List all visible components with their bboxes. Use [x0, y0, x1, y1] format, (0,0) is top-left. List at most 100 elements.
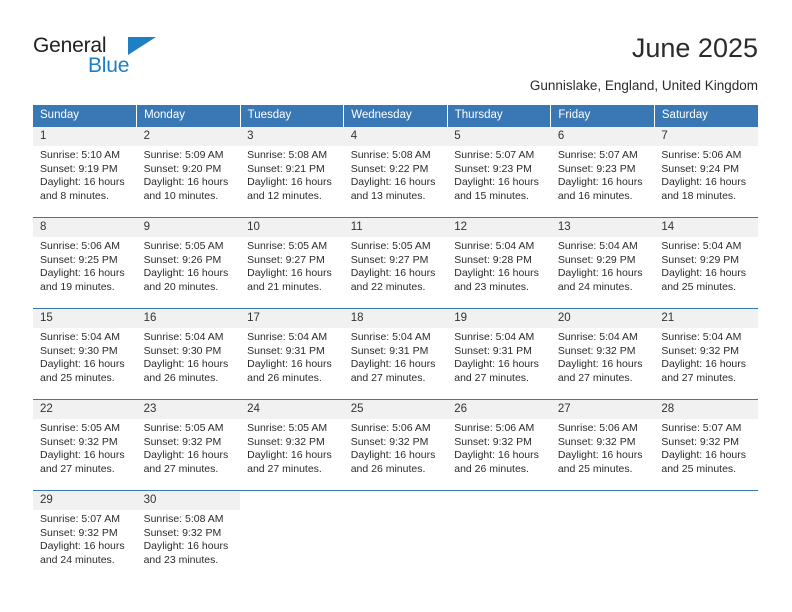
- weekday-header-wednesday: Wednesday: [343, 105, 448, 127]
- daylight-text: Daylight: 16 hours and 25 minutes.: [661, 449, 747, 475]
- day-number: 25: [343, 400, 448, 419]
- daylight-text: Daylight: 16 hours and 26 minutes.: [454, 449, 539, 475]
- sunset-text: Sunset: 9:32 PM: [143, 435, 222, 448]
- day-cell[interactable]: 3 Sunrise: 5:08 AM Sunset: 9:21 PM Dayli…: [240, 126, 344, 218]
- sunrise-text: Sunrise: 5:04 AM: [454, 240, 535, 252]
- sunset-text: Sunset: 9:23 PM: [454, 162, 532, 175]
- day-cell[interactable]: 28 Sunrise: 5:07 AM Sunset: 9:32 PM Dayl…: [654, 399, 758, 491]
- day-cell[interactable]: 11 Sunrise: 5:05 AM Sunset: 9:27 PM Dayl…: [343, 217, 448, 309]
- day-cell[interactable]: 22 Sunrise: 5:05 AM Sunset: 9:32 PM Dayl…: [33, 399, 137, 491]
- day-cell[interactable]: 24 Sunrise: 5:05 AM Sunset: 9:32 PM Dayl…: [240, 399, 344, 491]
- sunset-text: Sunset: 9:32 PM: [661, 344, 740, 357]
- day-cell[interactable]: 9 Sunrise: 5:05 AM Sunset: 9:26 PM Dayli…: [136, 217, 241, 309]
- day-cell-empty: [447, 490, 551, 581]
- sunrise-text: Sunrise: 5:06 AM: [557, 422, 638, 434]
- daylight-text: Daylight: 16 hours and 27 minutes.: [143, 449, 229, 475]
- day-number: 22: [33, 400, 137, 419]
- sunset-text: Sunset: 9:23 PM: [557, 162, 636, 175]
- sunset-text: Sunset: 9:25 PM: [40, 253, 118, 266]
- day-details: Sunrise: 5:04 AM Sunset: 9:31 PM Dayligh…: [447, 328, 551, 399]
- day-cell[interactable]: 14 Sunrise: 5:04 AM Sunset: 9:29 PM Dayl…: [654, 217, 758, 309]
- day-cell[interactable]: 16 Sunrise: 5:04 AM Sunset: 9:30 PM Dayl…: [136, 308, 241, 400]
- day-cell[interactable]: 13 Sunrise: 5:04 AM Sunset: 9:29 PM Dayl…: [550, 217, 655, 309]
- day-number: 20: [550, 309, 655, 328]
- daylight-text: Daylight: 16 hours and 27 minutes.: [40, 449, 125, 475]
- day-cell[interactable]: 25 Sunrise: 5:06 AM Sunset: 9:32 PM Dayl…: [343, 399, 448, 491]
- day-details: Sunrise: 5:04 AM Sunset: 9:31 PM Dayligh…: [240, 328, 344, 399]
- day-number: 26: [447, 400, 551, 419]
- day-cell-empty: [550, 490, 655, 581]
- day-cell-empty: [654, 490, 758, 581]
- daylight-text: Daylight: 16 hours and 12 minutes.: [247, 176, 332, 202]
- day-number: 10: [240, 218, 344, 237]
- day-cell[interactable]: 4 Sunrise: 5:08 AM Sunset: 9:22 PM Dayli…: [343, 126, 448, 218]
- calendar-week-row: 1 Sunrise: 5:10 AM Sunset: 9:19 PM Dayli…: [33, 126, 758, 218]
- sunset-text: Sunset: 9:31 PM: [454, 344, 532, 357]
- day-number: 7: [654, 127, 758, 146]
- day-cell[interactable]: 5 Sunrise: 5:07 AM Sunset: 9:23 PM Dayli…: [447, 126, 551, 218]
- day-details: Sunrise: 5:06 AM Sunset: 9:32 PM Dayligh…: [343, 419, 448, 490]
- day-number: 12: [447, 218, 551, 237]
- sunrise-text: Sunrise: 5:04 AM: [661, 331, 742, 343]
- day-number: 21: [654, 309, 758, 328]
- sunrise-text: Sunrise: 5:05 AM: [247, 240, 328, 252]
- day-number: 5: [447, 127, 551, 146]
- sunrise-text: Sunrise: 5:10 AM: [40, 149, 120, 161]
- sunset-text: Sunset: 9:21 PM: [247, 162, 325, 175]
- day-details: Sunrise: 5:07 AM Sunset: 9:23 PM Dayligh…: [447, 146, 551, 217]
- day-cell[interactable]: 29 Sunrise: 5:07 AM Sunset: 9:32 PM Dayl…: [33, 490, 137, 581]
- day-cell[interactable]: 27 Sunrise: 5:06 AM Sunset: 9:32 PM Dayl…: [550, 399, 655, 491]
- day-cell[interactable]: 17 Sunrise: 5:04 AM Sunset: 9:31 PM Dayl…: [240, 308, 344, 400]
- day-details: [447, 510, 551, 581]
- day-details: Sunrise: 5:04 AM Sunset: 9:30 PM Dayligh…: [33, 328, 137, 399]
- sunrise-text: Sunrise: 5:07 AM: [40, 513, 120, 525]
- day-cell[interactable]: 2 Sunrise: 5:09 AM Sunset: 9:20 PM Dayli…: [136, 126, 241, 218]
- daylight-text: Daylight: 16 hours and 26 minutes.: [350, 449, 436, 475]
- day-cell[interactable]: 20 Sunrise: 5:04 AM Sunset: 9:32 PM Dayl…: [550, 308, 655, 400]
- day-number: 13: [550, 218, 655, 237]
- day-cell[interactable]: 10 Sunrise: 5:05 AM Sunset: 9:27 PM Dayl…: [240, 217, 344, 309]
- sunset-text: Sunset: 9:32 PM: [454, 435, 532, 448]
- day-number: [447, 491, 551, 510]
- calendar-week-row: 29 Sunrise: 5:07 AM Sunset: 9:32 PM Dayl…: [33, 490, 758, 581]
- sunset-text: Sunset: 9:30 PM: [40, 344, 118, 357]
- day-cell[interactable]: 21 Sunrise: 5:04 AM Sunset: 9:32 PM Dayl…: [654, 308, 758, 400]
- sunset-text: Sunset: 9:32 PM: [40, 526, 118, 539]
- sunset-text: Sunset: 9:32 PM: [557, 435, 636, 448]
- page-header: General Blue June 2025 Gunnislake, Engla…: [0, 0, 792, 100]
- sunset-text: Sunset: 9:32 PM: [247, 435, 325, 448]
- day-number: 9: [136, 218, 241, 237]
- day-number: 8: [33, 218, 137, 237]
- day-cell[interactable]: 6 Sunrise: 5:07 AM Sunset: 9:23 PM Dayli…: [550, 126, 655, 218]
- day-number: 30: [136, 491, 241, 510]
- sunrise-text: Sunrise: 5:04 AM: [143, 331, 224, 343]
- day-number: 24: [240, 400, 344, 419]
- day-cell[interactable]: 8 Sunrise: 5:06 AM Sunset: 9:25 PM Dayli…: [33, 217, 137, 309]
- day-cell[interactable]: 23 Sunrise: 5:05 AM Sunset: 9:32 PM Dayl…: [136, 399, 241, 491]
- day-number: 4: [343, 127, 448, 146]
- day-details: Sunrise: 5:05 AM Sunset: 9:26 PM Dayligh…: [136, 237, 241, 308]
- sunrise-text: Sunrise: 5:05 AM: [247, 422, 328, 434]
- day-cell-empty: [343, 490, 448, 581]
- sunrise-text: Sunrise: 5:09 AM: [143, 149, 224, 161]
- daylight-text: Daylight: 16 hours and 20 minutes.: [143, 267, 229, 293]
- day-cell[interactable]: 7 Sunrise: 5:06 AM Sunset: 9:24 PM Dayli…: [654, 126, 758, 218]
- daylight-text: Daylight: 16 hours and 16 minutes.: [557, 176, 643, 202]
- sunset-text: Sunset: 9:32 PM: [557, 344, 636, 357]
- day-cell[interactable]: 1 Sunrise: 5:10 AM Sunset: 9:19 PM Dayli…: [33, 126, 137, 218]
- daylight-text: Daylight: 16 hours and 21 minutes.: [247, 267, 332, 293]
- day-number: 23: [136, 400, 241, 419]
- sunrise-text: Sunrise: 5:06 AM: [454, 422, 535, 434]
- daylight-text: Daylight: 16 hours and 23 minutes.: [143, 540, 229, 566]
- sunset-text: Sunset: 9:32 PM: [143, 526, 222, 539]
- day-details: Sunrise: 5:05 AM Sunset: 9:32 PM Dayligh…: [33, 419, 137, 490]
- day-cell[interactable]: 18 Sunrise: 5:04 AM Sunset: 9:31 PM Dayl…: [343, 308, 448, 400]
- day-details: Sunrise: 5:04 AM Sunset: 9:29 PM Dayligh…: [550, 237, 655, 308]
- day-number: 3: [240, 127, 344, 146]
- day-number: 2: [136, 127, 241, 146]
- day-cell[interactable]: 30 Sunrise: 5:08 AM Sunset: 9:32 PM Dayl…: [136, 490, 241, 581]
- day-cell[interactable]: 15 Sunrise: 5:04 AM Sunset: 9:30 PM Dayl…: [33, 308, 137, 400]
- day-cell[interactable]: 19 Sunrise: 5:04 AM Sunset: 9:31 PM Dayl…: [447, 308, 551, 400]
- day-cell[interactable]: 12 Sunrise: 5:04 AM Sunset: 9:28 PM Dayl…: [447, 217, 551, 309]
- day-cell[interactable]: 26 Sunrise: 5:06 AM Sunset: 9:32 PM Dayl…: [447, 399, 551, 491]
